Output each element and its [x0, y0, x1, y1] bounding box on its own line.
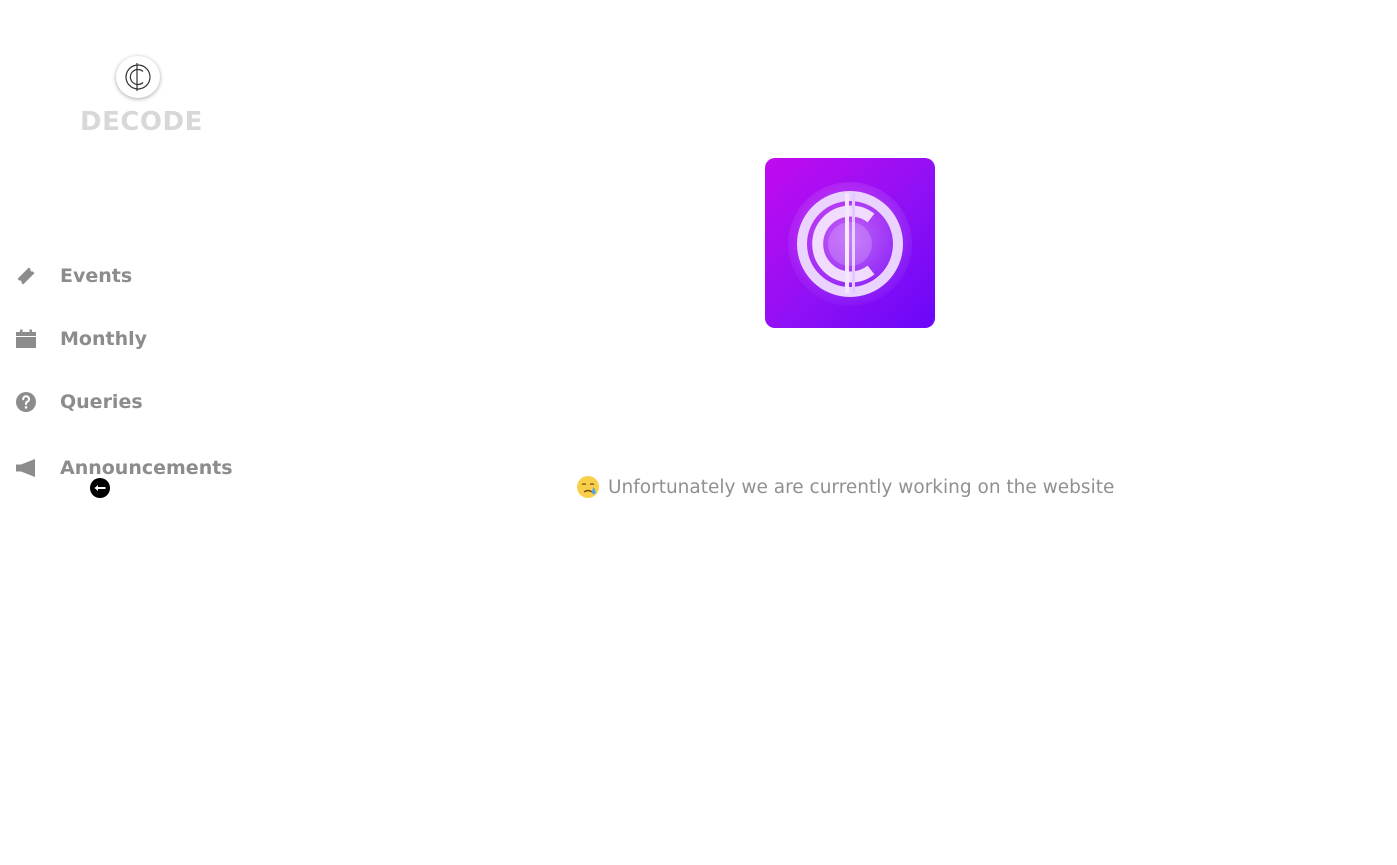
- decode-app-icon: [788, 182, 912, 306]
- sidebar-item-events[interactable]: Events: [14, 262, 132, 290]
- sidebar-item-label: Events: [60, 265, 133, 287]
- brand[interactable]: DECODE: [80, 56, 203, 140]
- question-circle-icon: [14, 390, 38, 414]
- page: DECODE Events Monthly Queries Announceme…: [0, 0, 1397, 865]
- brand-name: DECODE: [80, 107, 203, 137]
- sidebar: DECODE Events Monthly Queries Announceme…: [0, 0, 280, 865]
- minus-circle-icon: [94, 485, 106, 491]
- status-text: Unfortunately we are currently working o…: [608, 476, 1115, 498]
- sidebar-item-label: Monthly: [60, 328, 147, 350]
- c-monogram-icon: [125, 63, 151, 91]
- megaphone-icon: [14, 456, 38, 480]
- status-message: Unfortunately we are currently working o…: [576, 472, 1114, 502]
- decode-app-logo: [765, 158, 935, 328]
- logout-button[interactable]: [90, 478, 110, 498]
- brand-logo: [116, 56, 160, 98]
- sidebar-item-label: Announcements: [60, 457, 233, 479]
- sidebar-item-monthly[interactable]: Monthly: [14, 325, 147, 353]
- sidebar-item-label: Queries: [60, 391, 143, 413]
- sidebar-item-queries[interactable]: Queries: [14, 388, 143, 416]
- crying-face-emoji: [576, 475, 600, 499]
- calendar-icon: [14, 327, 38, 351]
- ticket-icon: [14, 264, 38, 288]
- sidebar-item-announcements[interactable]: Announcements: [14, 454, 233, 482]
